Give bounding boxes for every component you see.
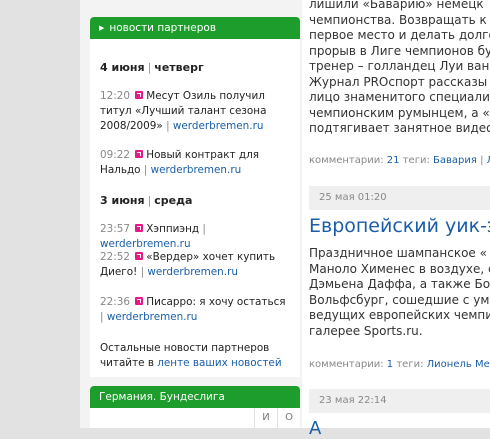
- partner-news-header[interactable]: ▶ новости партнеров: [90, 17, 300, 39]
- news-item: 22:52 «Вердер» хочет купить Диего! | wer…: [100, 251, 276, 278]
- tag-link[interactable]: Лу: [487, 155, 490, 166]
- article-text: Праздничное шампанское « Маноло Хименес …: [309, 246, 490, 338]
- league-title: Германия. Бундеслига: [99, 391, 225, 403]
- news-headline[interactable]: Писарро: я хочу остаться: [146, 296, 285, 308]
- source-link[interactable]: werderbremen.ru: [147, 266, 238, 278]
- article-text: лишили «Баварию» немецк чемпионства. Воз…: [309, 0, 490, 135]
- partner-news-icon: [135, 252, 144, 260]
- page-gutter: [0, 0, 80, 428]
- comments-link[interactable]: 21: [387, 155, 400, 166]
- source-link[interactable]: werderbremen.ru: [151, 164, 242, 176]
- more-news-note: Остальные новости партнеров читайте в ле…: [100, 342, 282, 369]
- partner-news-icon: [135, 224, 144, 232]
- date-heading: 3 июня | среда: [100, 194, 193, 207]
- article-date: 23 мая 22:14: [309, 389, 490, 413]
- article-date: 25 мая 01:20: [309, 186, 490, 210]
- news-item: 09:22 Новый контракт для Нальдо | werder…: [100, 149, 259, 176]
- partner-news-icon: [135, 91, 144, 99]
- column-header[interactable]: И: [254, 408, 277, 428]
- partner-news-icon: [135, 297, 144, 305]
- tag-link[interactable]: Бавария: [433, 155, 477, 166]
- article-meta: комментарии: 1 теги: Лионель Месси: [309, 359, 490, 370]
- league-widget-header[interactable]: Германия. Бундеслига: [90, 386, 300, 408]
- news-item: 22:36 Писарро: я хочу остаться | werderb…: [100, 296, 286, 323]
- tag-link[interactable]: Лионель Месси: [427, 359, 490, 370]
- partner-news-icon: [135, 150, 144, 158]
- column-header[interactable]: О: [277, 408, 300, 428]
- partner-news-panel: 4 июня | четверг 12:20 Месут Озиль получил…: [90, 39, 300, 377]
- source-link[interactable]: werderbremen.ru: [100, 238, 191, 250]
- league-table: И О: [90, 408, 300, 428]
- source-link[interactable]: werderbremen.ru: [173, 120, 264, 132]
- partner-news-title: новости партнеров: [109, 22, 217, 34]
- comments-link[interactable]: 1: [387, 359, 393, 370]
- source-link[interactable]: werderbremen.ru: [107, 311, 198, 323]
- news-item: 12:20 Месут Озиль получил титул «Лучший …: [100, 90, 267, 132]
- date-heading: 4 июня | четверг: [100, 61, 204, 74]
- news-feed-link[interactable]: ленте ваших новостей: [157, 357, 281, 369]
- arrow-right-icon: ▶: [99, 24, 105, 32]
- article-title[interactable]: А: [309, 418, 321, 439]
- article-meta: комментарии: 21 теги: Бавария | Лу: [309, 155, 490, 166]
- news-headline[interactable]: Хэппиэнд: [146, 223, 199, 235]
- news-item: 23:57 Хэппиэнд | werderbremen.ru: [100, 223, 206, 250]
- article-title[interactable]: Европейский уик-э: [309, 215, 490, 237]
